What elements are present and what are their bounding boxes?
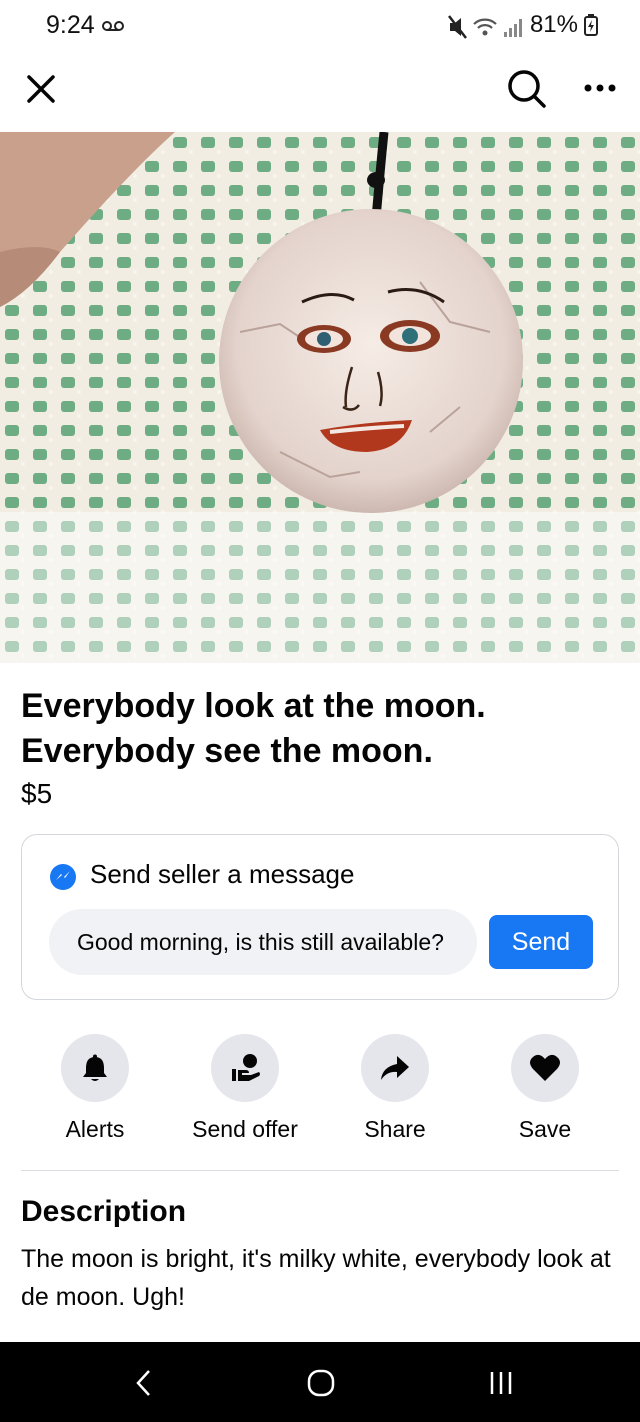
- alerts-label: Alerts: [65, 1116, 125, 1142]
- more-icon[interactable]: [583, 82, 617, 94]
- status-bar: 9:24 81%: [0, 0, 640, 52]
- heart-icon: [530, 1054, 560, 1081]
- mute-icon: [448, 15, 467, 39]
- share-label: Share: [364, 1116, 426, 1142]
- message-input[interactable]: Good morning, is this still available?: [49, 909, 477, 975]
- status-icons: [448, 15, 522, 39]
- send-offer-circle[interactable]: [211, 1034, 279, 1102]
- message-heading: Send seller a message: [90, 859, 355, 889]
- save-circle[interactable]: [511, 1034, 579, 1102]
- divider: [21, 1170, 619, 1171]
- home-icon[interactable]: [306, 1368, 336, 1398]
- search-icon[interactable]: [506, 68, 548, 110]
- share-button[interactable]: Share: [320, 1034, 470, 1143]
- back-icon[interactable]: [134, 1369, 154, 1397]
- listing-price: $5: [21, 778, 53, 809]
- description-text: The moon is bright, it's milky white, ev…: [21, 1245, 611, 1311]
- wifi-icon: [473, 18, 497, 36]
- description-heading: Description: [21, 1195, 187, 1228]
- battery-icon: [584, 14, 598, 36]
- share-circle[interactable]: [361, 1034, 429, 1102]
- listing-title: Everybody look at the moon. Everybody se…: [21, 687, 486, 770]
- send-offer-button[interactable]: Send offer: [170, 1034, 320, 1143]
- send-button[interactable]: Send: [489, 915, 593, 969]
- signal-icon: [504, 19, 522, 37]
- alerts-circle[interactable]: [61, 1034, 129, 1102]
- share-icon: [381, 1056, 409, 1080]
- save-button[interactable]: Save: [470, 1034, 620, 1143]
- system-nav-bar: [0, 1342, 640, 1422]
- listing-photo[interactable]: [0, 132, 640, 663]
- send-offer-label: Send offer: [192, 1116, 298, 1142]
- messenger-icon: [50, 864, 76, 890]
- bell-icon: [83, 1054, 107, 1081]
- recents-icon[interactable]: [488, 1369, 514, 1397]
- battery-group: 81%: [530, 11, 598, 39]
- close-icon[interactable]: [24, 72, 58, 106]
- voicemail-icon: [102, 21, 124, 31]
- send-offer-icon: [232, 1054, 260, 1081]
- status-time: 9:24: [46, 11, 95, 39]
- moon-ornament-photo: [0, 132, 640, 663]
- battery-percent: 81%: [529, 11, 578, 38]
- save-label: Save: [518, 1116, 572, 1142]
- message-card: Send seller a message Good morning, is t…: [21, 834, 619, 1000]
- alerts-button[interactable]: Alerts: [20, 1034, 170, 1143]
